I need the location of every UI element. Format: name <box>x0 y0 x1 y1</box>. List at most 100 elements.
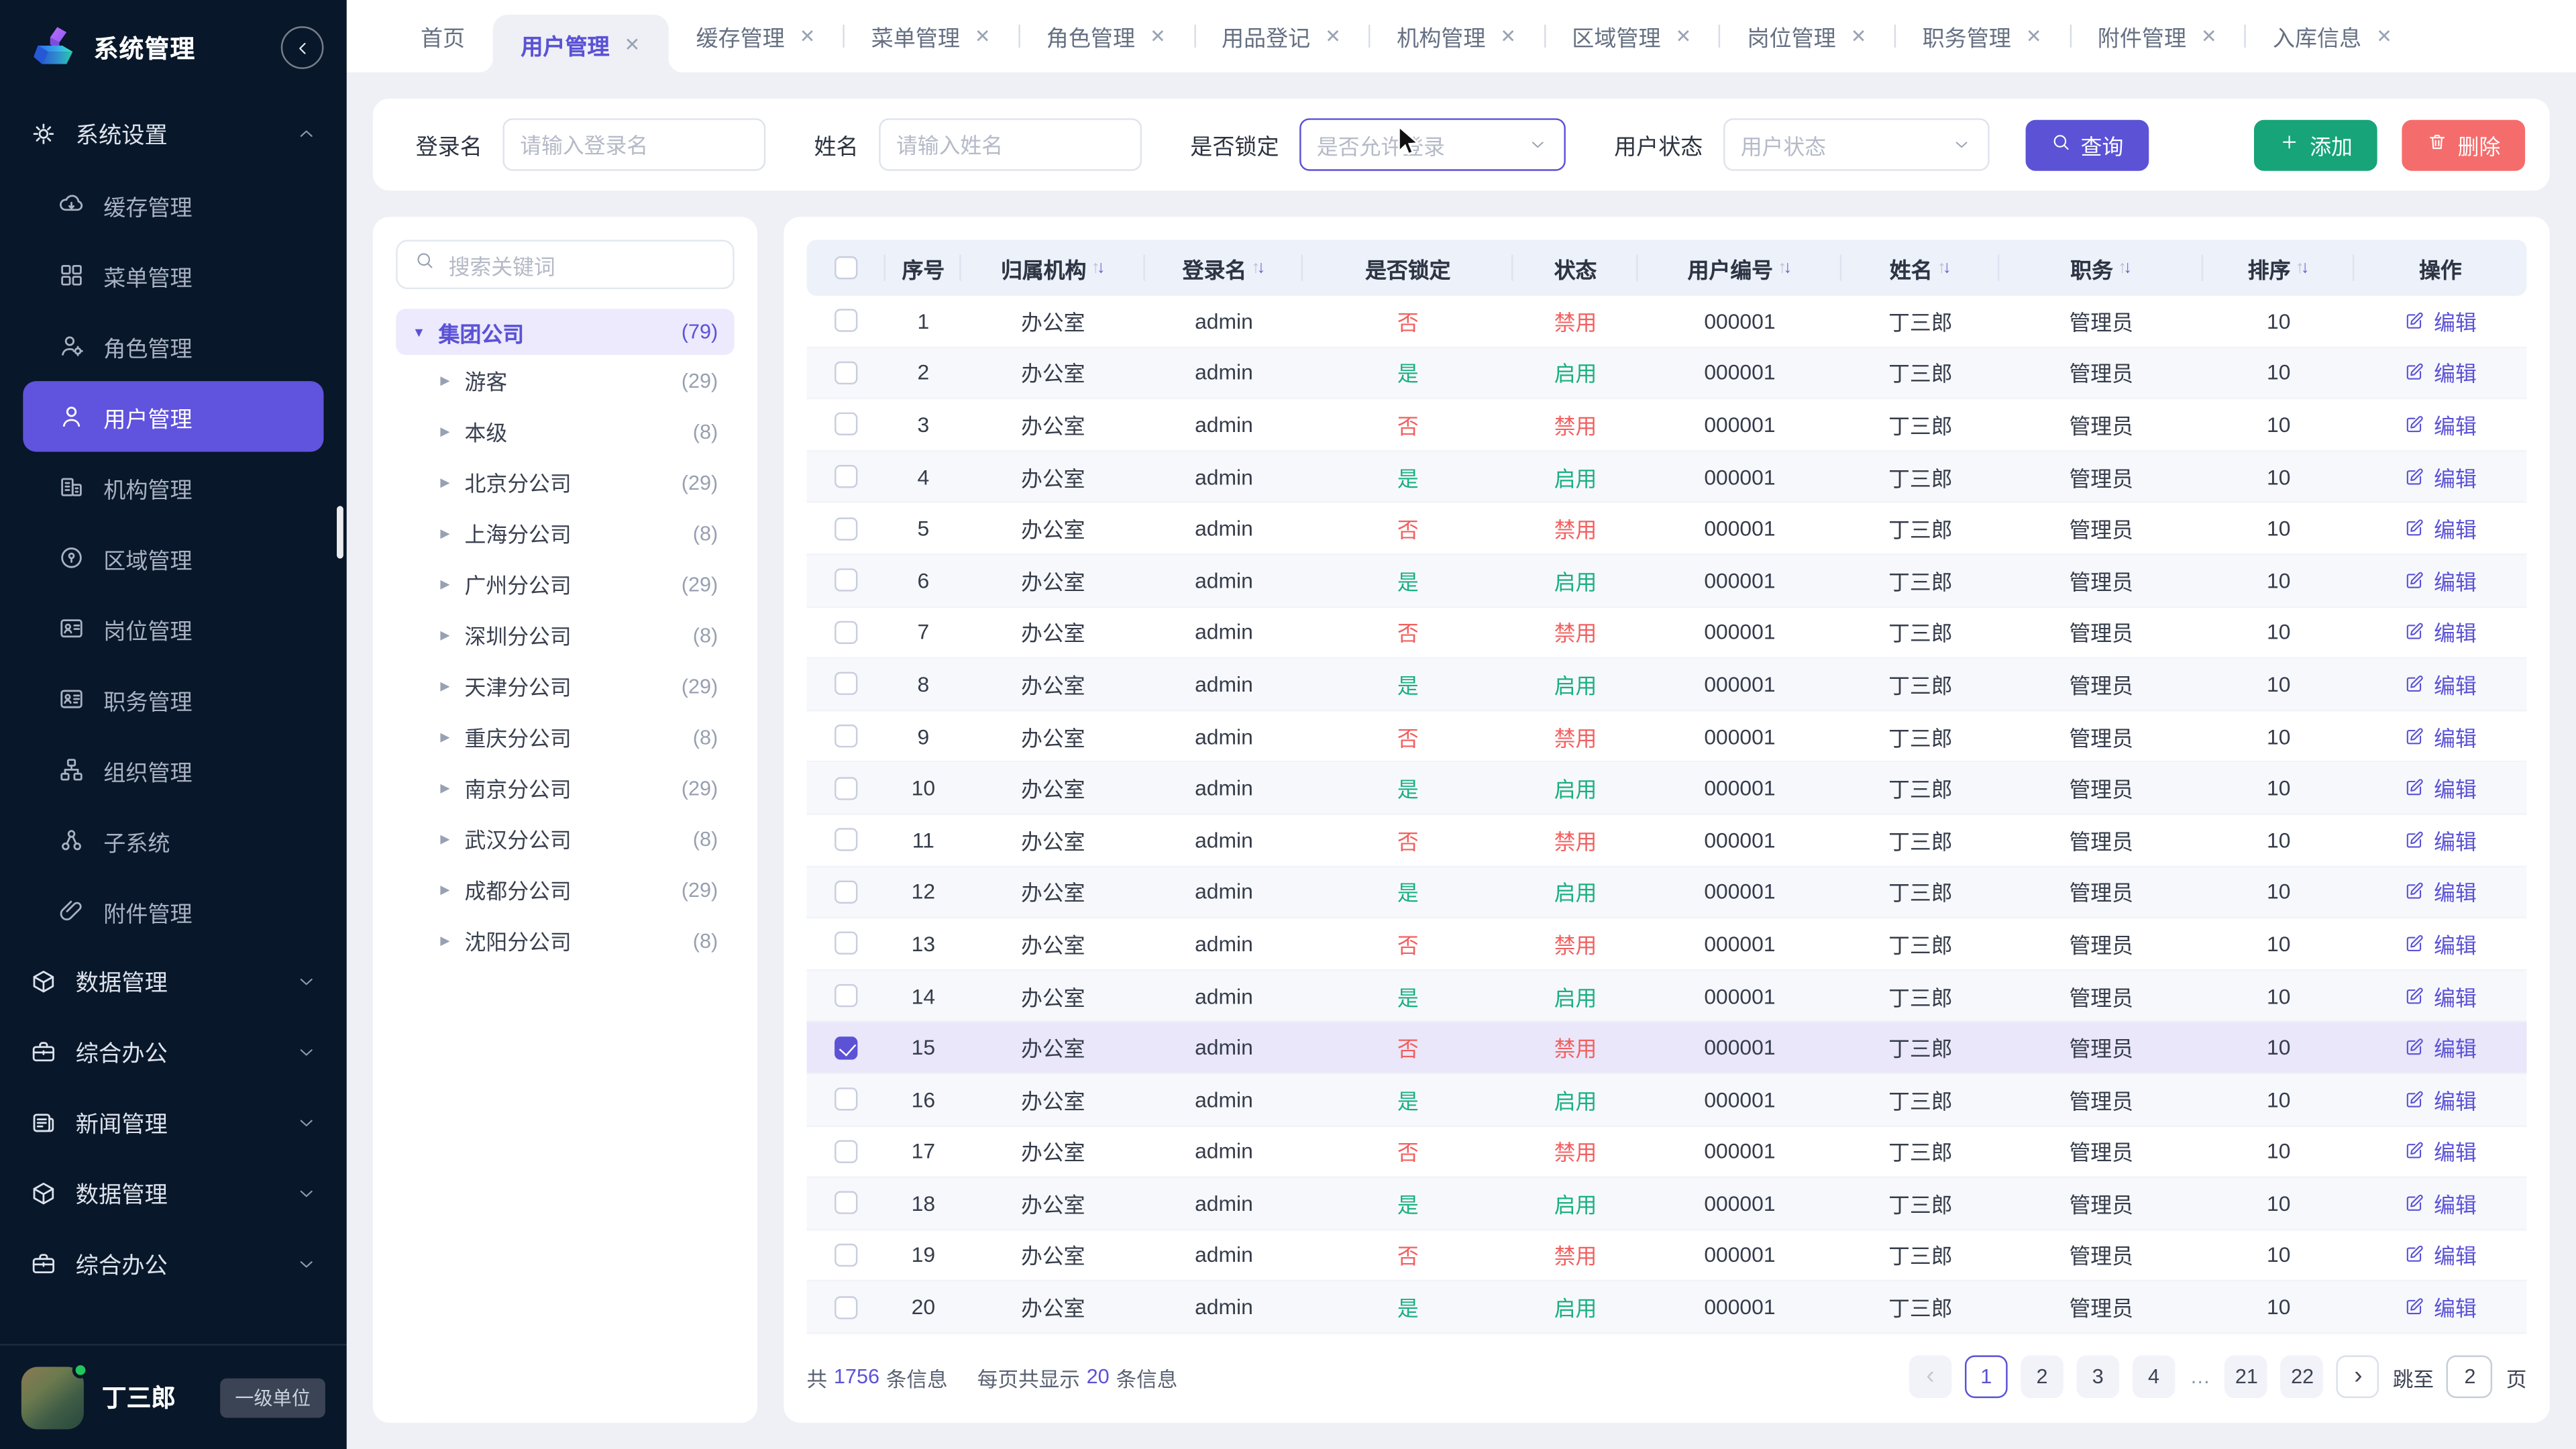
tree-node[interactable]: ▶成都分公司(29) <box>396 864 734 915</box>
sidebar-item-cache-mgmt[interactable]: 缓存管理 <box>23 169 323 239</box>
edit-button[interactable]: 编辑 <box>2404 1291 2477 1323</box>
jump-page-input[interactable] <box>2447 1355 2493 1398</box>
tree-node[interactable]: ▶上海分公司(8) <box>396 508 734 559</box>
tab-close-icon[interactable]: ✕ <box>1325 25 1341 48</box>
tree-node[interactable]: ▶天津分公司(29) <box>396 660 734 711</box>
edit-button[interactable]: 编辑 <box>2404 669 2477 700</box>
column-header-登录名[interactable]: 登录名↑↓ <box>1145 240 1303 296</box>
tab-close-icon[interactable]: ✕ <box>1150 25 1166 48</box>
table-row[interactable]: 14办公室admin是启用000001丁三郎管理员10编辑 <box>806 971 2526 1022</box>
row-checkbox[interactable] <box>835 828 857 851</box>
column-header-职务[interactable]: 职务↑↓ <box>1999 240 2203 296</box>
tab-close-icon[interactable]: ✕ <box>800 25 816 48</box>
tree-node[interactable]: ▶北京分公司(29) <box>396 457 734 508</box>
sidebar-group-system-settings[interactable]: 系统设置 <box>0 99 347 169</box>
edit-button[interactable]: 编辑 <box>2404 305 2477 337</box>
row-checkbox[interactable] <box>835 1140 857 1163</box>
tab-close-icon[interactable]: ✕ <box>2026 25 2042 48</box>
tab-区域管理[interactable]: 区域管理✕ <box>1544 0 1719 72</box>
tab-菜单管理[interactable]: 菜单管理✕ <box>843 0 1018 72</box>
edit-button[interactable]: 编辑 <box>2404 1240 2477 1271</box>
select-all-checkbox[interactable] <box>835 256 857 279</box>
tab-close-icon[interactable]: ✕ <box>2376 25 2392 48</box>
edit-button[interactable]: 编辑 <box>2404 824 2477 856</box>
prev-page-button[interactable]: ‹ <box>1909 1355 1952 1398</box>
edit-button[interactable]: 编辑 <box>2404 357 2477 388</box>
table-row[interactable]: 1办公室admin否禁用000001丁三郎管理员10编辑 <box>806 296 2526 347</box>
sidebar-item-organization-mgmt[interactable]: 组织管理 <box>23 735 323 805</box>
sidebar-scrollbar[interactable] <box>337 506 343 558</box>
table-row[interactable]: 12办公室admin是启用000001丁三郎管理员10编辑 <box>806 867 2526 918</box>
page-button-22[interactable]: 22 <box>2281 1355 2324 1398</box>
person-name-input[interactable] <box>878 118 1141 170</box>
row-checkbox[interactable] <box>835 309 857 332</box>
sort-icon[interactable]: ↑↓ <box>1252 258 1266 277</box>
table-row[interactable]: 4办公室admin是启用000001丁三郎管理员10编辑 <box>806 451 2526 503</box>
avatar[interactable] <box>21 1366 84 1428</box>
sidebar-item-menu-mgmt[interactable]: 菜单管理 <box>23 240 323 311</box>
sidebar-item-post-mgmt[interactable]: 岗位管理 <box>23 593 323 663</box>
table-row[interactable]: 11办公室admin否禁用000001丁三郎管理员10编辑 <box>806 815 2526 867</box>
edit-button[interactable]: 编辑 <box>2404 772 2477 804</box>
row-checkbox[interactable] <box>835 1088 857 1111</box>
row-checkbox[interactable] <box>835 621 857 643</box>
table-row[interactable]: 9办公室admin否禁用000001丁三郎管理员10编辑 <box>806 711 2526 763</box>
table-row[interactable]: 16办公室admin是启用000001丁三郎管理员10编辑 <box>806 1074 2526 1126</box>
edit-button[interactable]: 编辑 <box>2404 928 2477 959</box>
table-row[interactable]: 19办公室admin否禁用000001丁三郎管理员10编辑 <box>806 1230 2526 1282</box>
sort-icon[interactable]: ↑↓ <box>2296 258 2310 277</box>
column-header-用户编号[interactable]: 用户编号↑↓ <box>1638 240 1842 296</box>
edit-button[interactable]: 编辑 <box>2404 980 2477 1012</box>
sort-icon[interactable]: ↑↓ <box>2118 258 2132 277</box>
row-checkbox[interactable] <box>835 569 857 592</box>
row-checkbox[interactable] <box>835 776 857 799</box>
locked-select[interactable]: 是否允许登录 <box>1299 118 1565 170</box>
search-button[interactable]: 查询 <box>2025 119 2148 170</box>
table-row[interactable]: 5办公室admin否禁用000001丁三郎管理员10编辑 <box>806 503 2526 555</box>
login-name-input[interactable] <box>502 118 765 170</box>
table-row[interactable]: 10办公室admin是启用000001丁三郎管理员10编辑 <box>806 763 2526 814</box>
sidebar-group-office-2[interactable]: 综合办公 <box>0 1229 347 1299</box>
sidebar-item-org-mgmt[interactable]: 机构管理 <box>23 451 323 522</box>
row-checkbox[interactable] <box>835 880 857 903</box>
table-row[interactable]: 2办公室admin是启用000001丁三郎管理员10编辑 <box>806 347 2526 399</box>
table-row[interactable]: 20办公室admin是启用000001丁三郎管理员10编辑 <box>806 1282 2526 1334</box>
user-status-select[interactable]: 用户状态 <box>1723 118 1989 170</box>
tree-node[interactable]: ▶游客(29) <box>396 355 734 406</box>
tree-root-node[interactable]: ▼集团公司(79) <box>396 309 734 355</box>
table-row[interactable]: 3办公室admin否禁用000001丁三郎管理员10编辑 <box>806 400 2526 451</box>
table-row[interactable]: 7办公室admin否禁用000001丁三郎管理员10编辑 <box>806 607 2526 659</box>
tab-职务管理[interactable]: 职务管理✕ <box>1894 0 2070 72</box>
row-checkbox[interactable] <box>835 517 857 540</box>
tab-close-icon[interactable]: ✕ <box>1500 25 1516 48</box>
edit-button[interactable]: 编辑 <box>2404 616 2477 648</box>
tab-close-icon[interactable]: ✕ <box>625 32 641 55</box>
tab-机构管理[interactable]: 机构管理✕ <box>1368 0 1544 72</box>
row-checkbox[interactable] <box>835 413 857 436</box>
tab-缓存管理[interactable]: 缓存管理✕ <box>668 0 843 72</box>
page-button-3[interactable]: 3 <box>2076 1355 2119 1398</box>
edit-button[interactable]: 编辑 <box>2404 461 2477 492</box>
tree-node[interactable]: ▶本级(8) <box>396 406 734 457</box>
tab-入库信息[interactable]: 入库信息✕ <box>2245 0 2420 72</box>
tree-node[interactable]: ▶广州分公司(29) <box>396 559 734 610</box>
sidebar-group-data-mgmt-1[interactable]: 数据管理 <box>0 947 347 1017</box>
edit-button[interactable]: 编辑 <box>2404 1032 2477 1063</box>
page-button-21[interactable]: 21 <box>2225 1355 2268 1398</box>
tree-node[interactable]: ▶南京分公司(29) <box>396 762 734 813</box>
edit-button[interactable]: 编辑 <box>2404 720 2477 752</box>
sidebar-group-news-mgmt[interactable]: 新闻管理 <box>0 1087 347 1158</box>
delete-button[interactable]: 删除 <box>2402 119 2525 170</box>
row-checkbox[interactable] <box>835 932 857 955</box>
sidebar-group-data-mgmt-2[interactable]: 数据管理 <box>0 1159 347 1229</box>
sidebar-item-duty-mgmt[interactable]: 职务管理 <box>23 663 323 734</box>
tab-角色管理[interactable]: 角色管理✕ <box>1018 0 1193 72</box>
sidebar-item-attachment-mgmt[interactable]: 附件管理 <box>23 875 323 946</box>
tree-node[interactable]: ▶深圳分公司(8) <box>396 610 734 661</box>
tree-node[interactable]: ▶沈阳分公司(8) <box>396 915 734 966</box>
column-header-归属机构[interactable]: 归属机构↑↓ <box>961 240 1145 296</box>
tab-close-icon[interactable]: ✕ <box>2201 25 2217 48</box>
edit-button[interactable]: 编辑 <box>2404 409 2477 441</box>
sidebar-group-office-1[interactable]: 综合办公 <box>0 1017 347 1087</box>
row-checkbox[interactable] <box>835 1295 857 1318</box>
